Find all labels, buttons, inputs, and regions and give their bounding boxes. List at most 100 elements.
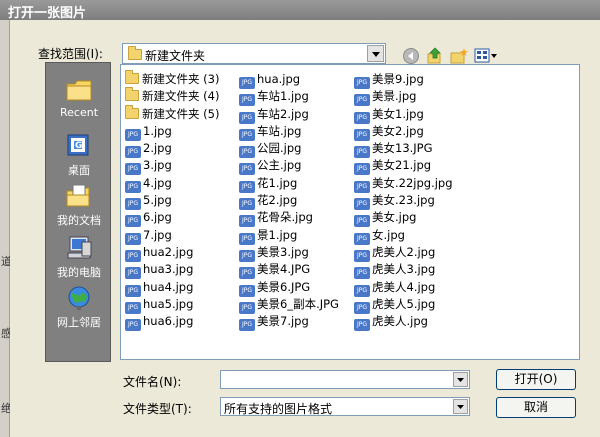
file-item[interactable]: JPG 美景6_副本.JPG	[239, 296, 339, 314]
file-item[interactable]: JPG 4.jpg	[125, 175, 219, 193]
file-item[interactable]: JPG 车站2.jpg	[239, 106, 339, 124]
place-desktop[interactable]: G 桌面	[46, 133, 112, 178]
jpg-file-icon: JPG	[239, 284, 255, 297]
place-my-documents[interactable]: 我的文档	[46, 183, 112, 228]
file-item[interactable]: JPG 美景3.jpg	[239, 244, 339, 262]
file-item[interactable]: JPG 景1.jpg	[239, 227, 339, 245]
file-item[interactable]: JPG 美景7.jpg	[239, 313, 339, 332]
file-name: 新建文件夹 (4)	[142, 89, 220, 104]
file-item[interactable]: JPG 虎美人.jpg	[354, 313, 453, 332]
file-item[interactable]: JPG hua3.jpg	[125, 261, 219, 280]
file-item[interactable]: JPG 美女13.JPG	[354, 140, 453, 159]
place-label: 桌面	[68, 164, 90, 177]
file-name: hua2.jpg	[143, 244, 194, 259]
file-item[interactable]: JPG 花1.jpg	[239, 175, 339, 193]
look-in-value: 新建文件夹	[145, 49, 206, 63]
network-icon	[68, 286, 90, 310]
file-name: 美景6_副本.JPG	[257, 296, 339, 311]
file-item[interactable]: JPG hua.jpg	[239, 71, 339, 89]
place-network[interactable]: 网上邻居	[46, 285, 112, 330]
folder-item[interactable]: 新建文件夹 (5)	[125, 104, 219, 123]
file-name: 美女21.jpg	[372, 158, 432, 173]
jpg-file-icon: JPG	[125, 198, 141, 211]
jpg-file-icon: JPG	[125, 146, 141, 159]
place-recent[interactable]: Recent	[46, 77, 112, 119]
file-item[interactable]: JPG 公园.jpg	[239, 140, 339, 159]
file-list-column: 新建文件夹 (3) 新建文件夹 (4) 新建文件夹 (5) JPG 1.jpg JPG 2.…	[125, 70, 220, 332]
file-item[interactable]: JPG 虎美人3.jpg	[354, 261, 453, 280]
open-button[interactable]: 打开(O)	[496, 369, 576, 390]
file-name: 花1.jpg	[257, 175, 298, 190]
file-name: 美女.23.jpg	[372, 193, 435, 208]
jpg-file-icon: JPG	[354, 232, 370, 245]
jpg-file-icon: JPG	[125, 163, 141, 176]
file-item[interactable]: JPG 3.jpg	[125, 157, 219, 176]
jpg-file-icon: JPG	[125, 301, 141, 314]
file-item[interactable]: JPG 美女.23.jpg	[354, 192, 453, 211]
file-item[interactable]: JPG 5.jpg	[125, 192, 219, 211]
jpg-file-icon: JPG	[354, 94, 370, 107]
file-item[interactable]: JPG 车站1.jpg	[239, 88, 339, 107]
up-folder-icon[interactable]	[426, 47, 444, 65]
file-item[interactable]: JPG hua2.jpg	[125, 244, 219, 262]
file-item[interactable]: JPG 7.jpg	[125, 227, 219, 245]
jpg-file-icon: JPG	[239, 128, 255, 141]
file-name: 车站2.jpg	[257, 106, 309, 121]
chevron-down-icon[interactable]	[367, 45, 384, 62]
file-name: 美景7.jpg	[257, 314, 309, 329]
file-item[interactable]: JPG 1.jpg	[125, 123, 219, 141]
file-item[interactable]: JPG 6.jpg	[125, 209, 219, 228]
jpg-file-icon: JPG	[125, 215, 141, 228]
jpg-file-icon: JPG	[125, 128, 141, 141]
file-name: 花2.jpg	[257, 193, 298, 208]
file-item[interactable]: JPG 美女1.jpg	[354, 106, 453, 124]
folder-item[interactable]: 新建文件夹 (4)	[125, 87, 220, 105]
file-item[interactable]: JPG 美景9.jpg	[354, 71, 453, 89]
back-icon[interactable]	[402, 47, 420, 65]
folder-item[interactable]: 新建文件夹 (3)	[125, 70, 219, 88]
file-item[interactable]: JPG 美女2.jpg	[354, 123, 453, 141]
file-item[interactable]: JPG 美女.22jpg.jpg	[354, 175, 453, 193]
file-item[interactable]: JPG 美景4.JPG	[239, 261, 339, 280]
file-name: hua3.jpg	[143, 262, 194, 277]
chevron-down-icon[interactable]	[453, 399, 468, 414]
jpg-file-icon: JPG	[354, 180, 370, 193]
file-name: 车站.jpg	[257, 123, 302, 138]
file-name: 美女.22jpg.jpg	[372, 175, 453, 190]
file-item[interactable]: JPG 美女21.jpg	[354, 157, 453, 176]
file-item[interactable]: JPG 虎美人2.jpg	[354, 244, 453, 262]
window-title: 打开一张图片	[8, 6, 87, 21]
file-item[interactable]: JPG 美女.jpg	[354, 209, 453, 228]
file-item[interactable]: JPG 花骨朵.jpg	[239, 209, 339, 228]
my-documents-icon	[66, 184, 90, 207]
file-item[interactable]: JPG 花2.jpg	[239, 192, 339, 211]
file-item[interactable]: JPG 女.jpg	[354, 227, 453, 245]
file-item[interactable]: JPG 美景.jpg	[354, 88, 453, 107]
places-bar: Recent G 桌面 我的文档 我的电脑 网上邻居	[45, 62, 111, 362]
file-item[interactable]: JPG 公主.jpg	[239, 157, 339, 176]
look-in-combo[interactable]: 新建文件夹	[122, 43, 386, 64]
chevron-down-icon[interactable]	[453, 372, 468, 387]
new-folder-icon[interactable]	[450, 47, 468, 65]
cancel-button[interactable]: 取消	[496, 397, 576, 418]
file-name: 2.jpg	[143, 141, 172, 156]
view-menu-icon[interactable]	[474, 47, 498, 65]
file-item[interactable]: JPG 虎美人4.jpg	[354, 279, 453, 297]
file-item[interactable]: JPG 2.jpg	[125, 140, 219, 159]
file-type-select[interactable]: 所有支持的图片格式	[220, 397, 470, 416]
file-name-input[interactable]	[220, 370, 470, 389]
file-name: 公园.jpg	[257, 141, 302, 156]
file-name: 美景6.JPG	[257, 279, 311, 294]
file-item[interactable]: JPG hua4.jpg	[125, 279, 219, 297]
file-item[interactable]: JPG hua5.jpg	[125, 296, 219, 314]
file-name: 女.jpg	[372, 227, 405, 242]
file-item[interactable]: JPG 虎美人5.jpg	[354, 296, 453, 314]
file-name: 景1.jpg	[257, 227, 298, 242]
file-name: hua5.jpg	[143, 296, 194, 311]
file-item[interactable]: JPG 车站.jpg	[239, 123, 339, 141]
place-my-computer[interactable]: 我的电脑	[46, 235, 112, 280]
file-list[interactable]: 新建文件夹 (3) 新建文件夹 (4) 新建文件夹 (5) JPG 1.jpg JPG 2.…	[120, 64, 580, 360]
file-item[interactable]: JPG hua6.jpg	[125, 313, 219, 332]
jpg-file-icon: JPG	[125, 180, 141, 193]
file-item[interactable]: JPG 美景6.JPG	[239, 279, 339, 297]
